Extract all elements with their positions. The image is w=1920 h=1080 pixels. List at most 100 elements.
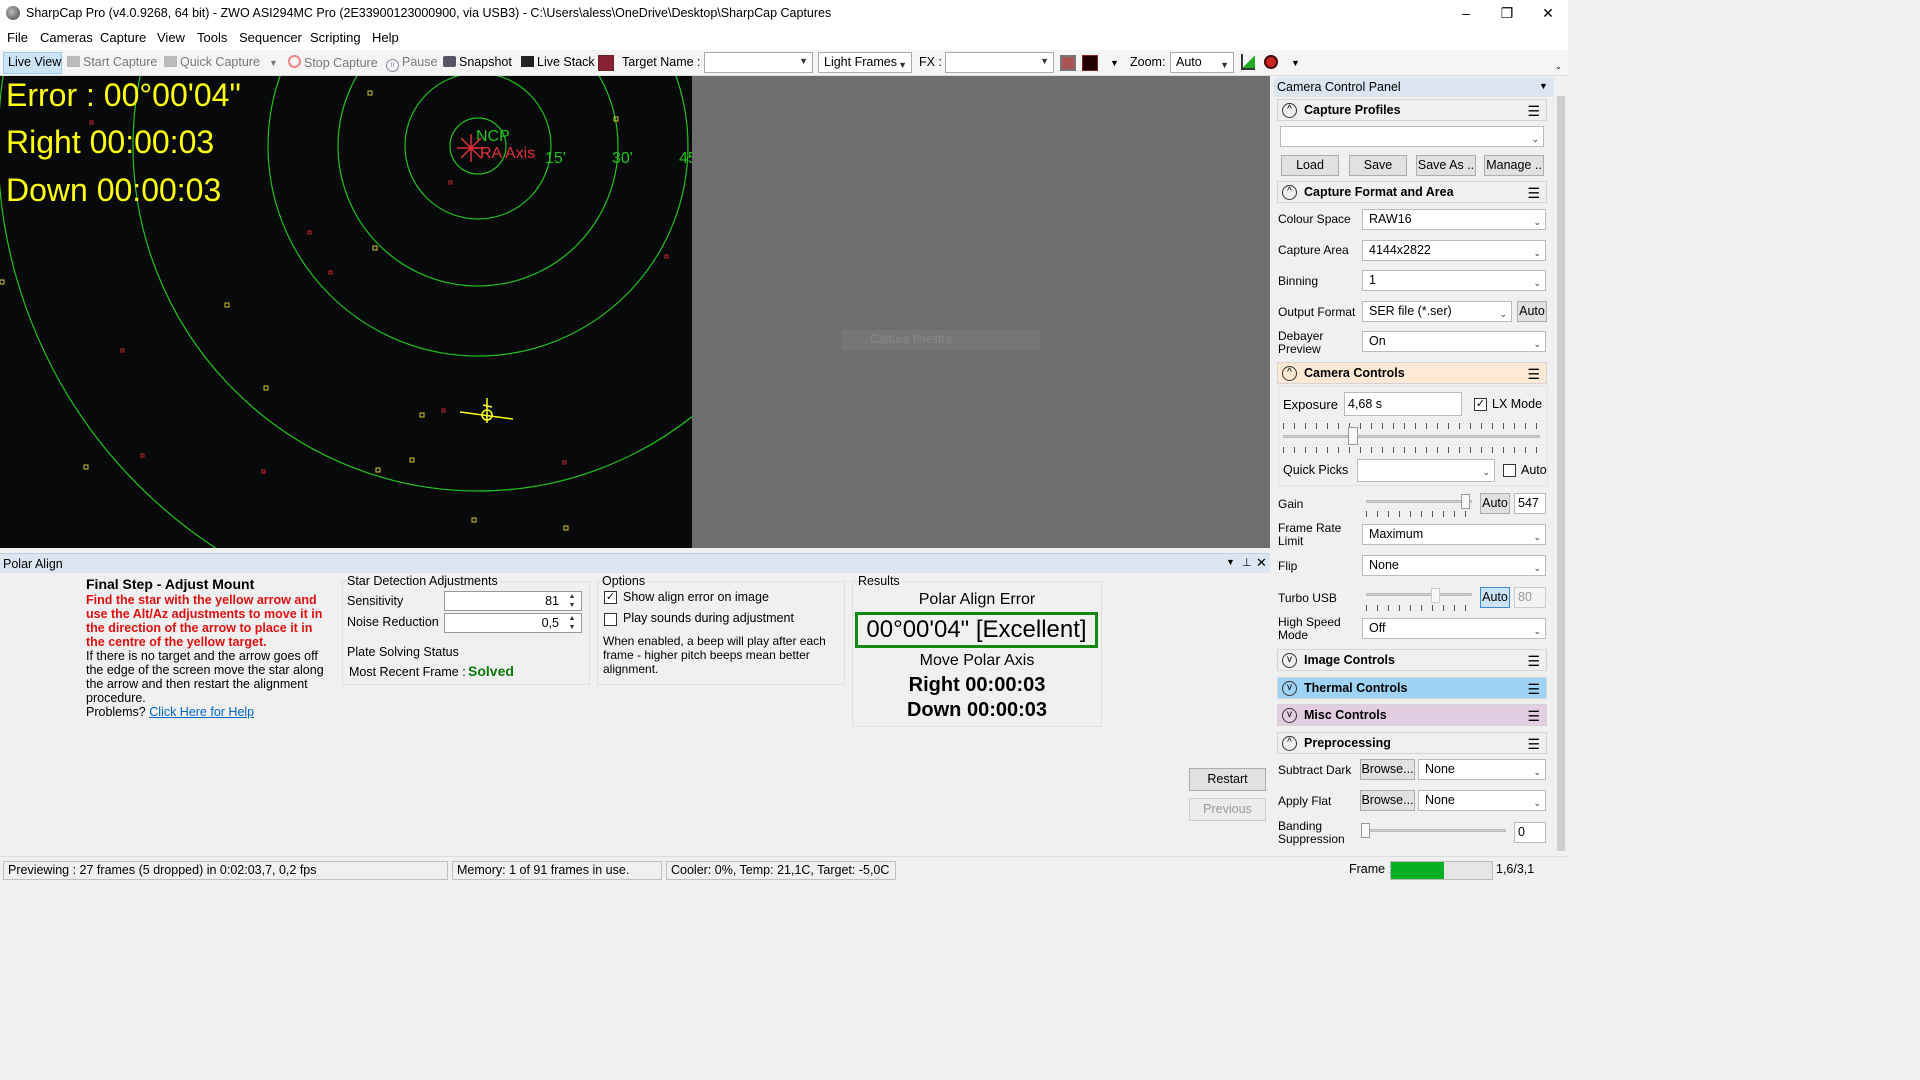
show-align-error-checkbox[interactable]: ✓ — [604, 591, 617, 604]
menu-cameras[interactable]: Cameras — [40, 30, 93, 45]
subtract-dark-select[interactable]: None ⌄ — [1418, 759, 1546, 780]
exposure-auto-checkbox[interactable] — [1503, 464, 1516, 477]
sensitivity-spinner[interactable]: 81 ▲ ▼ — [444, 591, 582, 611]
apply-flat-select[interactable]: None ⌄ — [1418, 790, 1546, 811]
menu-capture[interactable]: Capture — [100, 30, 146, 45]
turbo-auto-button[interactable]: Auto — [1480, 587, 1510, 608]
menu-scripting[interactable]: Scripting — [310, 30, 361, 45]
menu-view[interactable]: View — [157, 30, 185, 45]
noise-reduction-spinner[interactable]: 0,5 ▲ ▼ — [444, 613, 582, 633]
frame-rate-select[interactable]: Maximum ⌄ — [1362, 524, 1546, 545]
camera-image[interactable]: NCP 15' 30' 45' RA Axis Error : 00°00'04… — [0, 76, 692, 548]
hamburger-icon[interactable]: ☰ — [1527, 708, 1540, 725]
hamburger-icon[interactable]: ☰ — [1527, 653, 1540, 670]
debayer-preview-select[interactable]: On ⌄ — [1362, 331, 1546, 352]
menu-help[interactable]: Help — [372, 30, 399, 45]
expand-icon[interactable]: v — [1282, 653, 1297, 668]
minimize-button[interactable]: – — [1444, 0, 1488, 26]
hamburger-icon[interactable]: ☰ — [1527, 736, 1540, 753]
image-controls-header[interactable]: v Image Controls ☰ — [1277, 649, 1547, 671]
stop-capture-button[interactable]: Stop Capture — [288, 55, 378, 70]
help-link[interactable]: Click Here for Help — [149, 705, 254, 719]
manage-profiles-button[interactable]: Manage .. — [1484, 155, 1544, 176]
menu-file[interactable]: File — [7, 30, 28, 45]
histogram-icon[interactable] — [1241, 54, 1255, 70]
frame-type-select[interactable]: Light Frames ▼ — [818, 52, 912, 73]
collapse-icon[interactable]: ^ — [1282, 366, 1297, 381]
collapse-icon[interactable]: ^ — [1282, 185, 1297, 200]
menu-sequencer[interactable]: Sequencer — [239, 30, 302, 45]
output-format-auto-button[interactable]: Auto — [1517, 301, 1547, 322]
output-format-select[interactable]: SER file (*.ser) ⌄ — [1362, 301, 1512, 322]
subtract-dark-browse-button[interactable]: Browse... — [1360, 759, 1415, 780]
play-sounds-checkbox[interactable] — [604, 613, 617, 626]
high-speed-select[interactable]: Off ⌄ — [1362, 618, 1546, 639]
exposure-input[interactable]: 4,68 s — [1344, 392, 1462, 416]
misc-controls-header[interactable]: v Misc Controls ☰ — [1277, 704, 1547, 726]
gain-auto-button[interactable]: Auto — [1480, 493, 1510, 514]
preprocessing-header[interactable]: ^ Preprocessing ☰ — [1277, 732, 1547, 754]
collapse-icon[interactable]: ^ — [1282, 736, 1297, 751]
spin-arrows-icon[interactable]: ▲ ▼ — [564, 614, 580, 632]
expand-icon[interactable]: v — [1282, 708, 1297, 723]
maximize-button[interactable]: ❐ — [1485, 0, 1529, 26]
overlay-dropdown-icon[interactable]: ▼ — [1110, 58, 1119, 68]
exposure-slider-thumb[interactable] — [1348, 427, 1358, 445]
hamburger-icon[interactable]: ☰ — [1527, 103, 1540, 120]
pause-button[interactable]: II Pause — [386, 55, 437, 72]
lx-mode-checkbox[interactable]: ✓ — [1474, 398, 1487, 411]
pin-icon[interactable]: ⊥ — [1242, 556, 1252, 569]
histogram-stretch-icon[interactable] — [1060, 55, 1076, 71]
apply-flat-browse-button[interactable]: Browse... — [1360, 790, 1415, 811]
previous-button[interactable]: Previous — [1189, 798, 1266, 821]
fx-select[interactable]: ▼ — [945, 52, 1054, 73]
collapse-icon[interactable]: ^ — [1282, 103, 1297, 118]
flip-select[interactable]: None ⌄ — [1362, 555, 1546, 576]
menu-tools[interactable]: Tools — [197, 30, 227, 45]
panel-scrollbar[interactable] — [1554, 78, 1568, 853]
turbo-input[interactable]: 80 — [1514, 587, 1546, 608]
crosshair-overlay-icon[interactable] — [1082, 55, 1098, 71]
focus-assist-icon[interactable] — [1264, 55, 1278, 69]
save-as-profile-button[interactable]: Save As .. — [1416, 155, 1476, 176]
save-profile-button[interactable]: Save — [1349, 155, 1407, 176]
capture-area-select[interactable]: 4144x2822 ⌄ — [1362, 240, 1546, 261]
camera-controls-header[interactable]: ^ Camera Controls ☰ — [1277, 362, 1547, 384]
profile-select[interactable]: ⌄ — [1280, 126, 1544, 147]
quick-picks-select[interactable]: ⌄ — [1357, 459, 1495, 482]
spin-arrows-icon[interactable]: ▲ ▼ — [564, 592, 580, 610]
close-button[interactable]: ✕ — [1526, 0, 1570, 26]
toolbar-overflow-icon[interactable]: ⌄ — [1555, 62, 1562, 71]
expand-icon[interactable]: v — [1282, 681, 1297, 696]
quick-capture-button[interactable]: Quick Capture — [164, 55, 260, 69]
gain-input[interactable]: 547 — [1514, 493, 1546, 514]
live-view-button[interactable]: Live View — [8, 55, 61, 69]
capture-format-header[interactable]: ^ Capture Format and Area ☰ — [1277, 181, 1547, 203]
start-capture-button[interactable]: Start Capture — [67, 55, 157, 69]
scrollbar-thumb[interactable] — [1557, 96, 1565, 851]
load-profile-button[interactable]: Load — [1281, 155, 1339, 176]
target-name-combo[interactable]: ▼ — [704, 52, 813, 73]
exposure-slider-track[interactable] — [1283, 435, 1540, 438]
snapshot-button[interactable]: Snapshot — [443, 55, 512, 69]
hamburger-icon[interactable]: ☰ — [1527, 185, 1540, 202]
banding-input[interactable]: 0 — [1514, 822, 1546, 843]
tools-dropdown-icon[interactable]: ▼ — [1291, 58, 1300, 68]
panel-menu-icon[interactable]: ▼ — [1226, 557, 1235, 567]
banding-slider-thumb[interactable] — [1361, 823, 1370, 838]
restart-button[interactable]: Restart — [1189, 768, 1266, 791]
gain-slider-track[interactable] — [1366, 500, 1472, 503]
quick-capture-dropdown-icon[interactable]: ▼ — [269, 58, 278, 68]
thermal-controls-header[interactable]: v Thermal Controls ☰ — [1277, 677, 1547, 699]
gain-slider-thumb[interactable] — [1461, 494, 1470, 509]
turbo-slider-thumb[interactable] — [1431, 588, 1440, 603]
zoom-select[interactable]: Auto ▼ — [1170, 52, 1234, 73]
banding-slider-track[interactable] — [1362, 829, 1506, 832]
binning-select[interactable]: 1 ⌄ — [1362, 270, 1546, 291]
colour-space-select[interactable]: RAW16 ⌄ — [1362, 209, 1546, 230]
hamburger-icon[interactable]: ☰ — [1527, 681, 1540, 698]
capture-profiles-header[interactable]: ^ Capture Profiles ☰ — [1277, 99, 1547, 121]
live-stack-button[interactable]: Live Stack — [521, 55, 595, 69]
panel-close-icon[interactable]: ✕ — [1256, 555, 1267, 571]
hamburger-icon[interactable]: ☰ — [1527, 366, 1540, 383]
